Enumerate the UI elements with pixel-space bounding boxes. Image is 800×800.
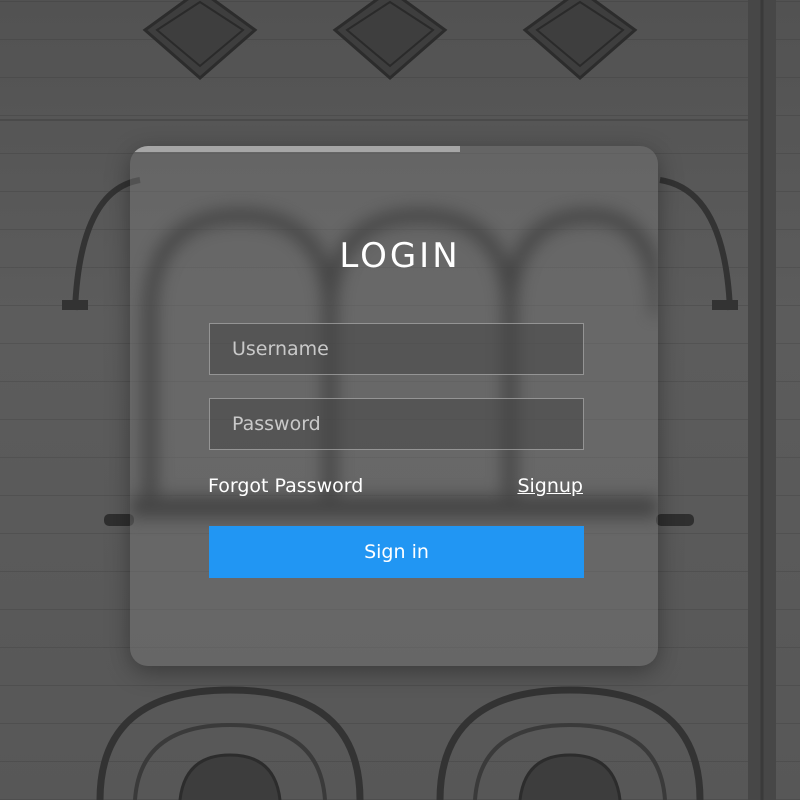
signup-link[interactable]: Signup [517,475,583,497]
sign-in-button[interactable]: Sign in [209,526,584,578]
forgot-password-link[interactable]: Forgot Password [208,475,363,497]
page-title: LOGIN [339,236,461,276]
password-input[interactable] [209,398,584,450]
username-input[interactable] [209,323,584,375]
